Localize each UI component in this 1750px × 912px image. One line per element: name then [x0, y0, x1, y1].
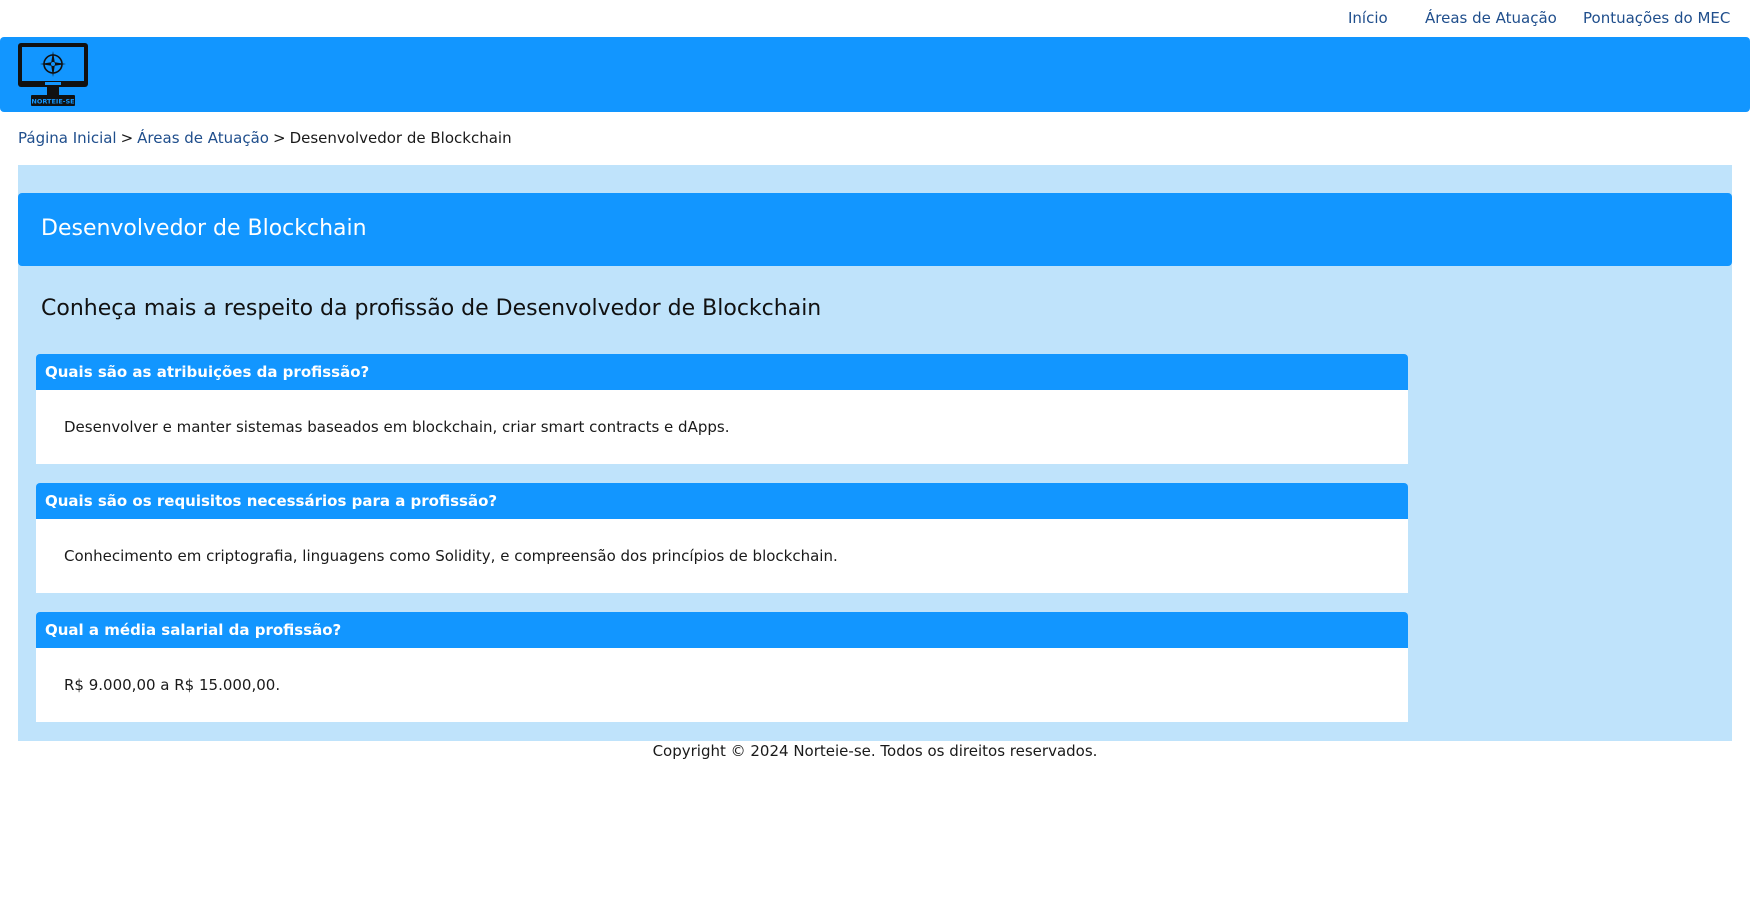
card-answer: R$ 9.000,00 a R$ 15.000,00. — [36, 648, 1408, 722]
info-card-atribuicoes: Quais são as atribuições da profissão? D… — [36, 354, 1408, 464]
breadcrumb-separator: > — [120, 129, 134, 147]
card-question: Qual a média salarial da profissão? — [36, 612, 1408, 648]
nav-link-inicio[interactable]: Início — [1348, 9, 1388, 27]
breadcrumb: Página Inicial > Áreas de Atuação > Desenvol… — [18, 129, 512, 147]
footer-copyright: Copyright © 2024 Norteie-se. Todos os di… — [652, 742, 1098, 760]
logo-text: NORTEIE-SE — [31, 98, 74, 106]
content-panel: Desenvolvedor de Blockchain Conheça mais… — [18, 165, 1732, 741]
card-question: Quais são os requisitos necessários para… — [36, 483, 1408, 519]
info-card-salario: Qual a média salarial da profissão? R$ 9… — [36, 612, 1408, 722]
info-card-requisitos: Quais são os requisitos necessários para… — [36, 483, 1408, 593]
computer-monitor-compass-logo-icon[interactable]: NORTEIE-SE — [17, 42, 89, 108]
page-title-bar: Desenvolvedor de Blockchain — [18, 193, 1732, 266]
nav-link-pontuacoes-do-mec[interactable]: Pontuações do MEC — [1583, 9, 1730, 27]
card-question: Quais são as atribuições da profissão? — [36, 354, 1408, 390]
page-title: Desenvolvedor de Blockchain — [41, 216, 367, 241]
page-subtitle: Conheça mais a respeito da profissão de … — [41, 296, 822, 321]
site-header: NORTEIE-SE — [0, 37, 1750, 112]
card-answer: Conhecimento em criptografia, linguagens… — [36, 519, 1408, 593]
breadcrumb-current: Desenvolvedor de Blockchain — [289, 129, 512, 147]
top-navigation: Início Áreas de Atuação Pontuações do ME… — [0, 0, 1750, 37]
breadcrumb-areas-link[interactable]: Áreas de Atuação — [137, 129, 269, 147]
breadcrumb-home-link[interactable]: Página Inicial — [18, 129, 117, 147]
breadcrumb-separator: > — [273, 129, 286, 147]
nav-link-areas-de-atuacao[interactable]: Áreas de Atuação — [1425, 9, 1557, 27]
card-answer: Desenvolver e manter sistemas baseados e… — [36, 390, 1408, 464]
